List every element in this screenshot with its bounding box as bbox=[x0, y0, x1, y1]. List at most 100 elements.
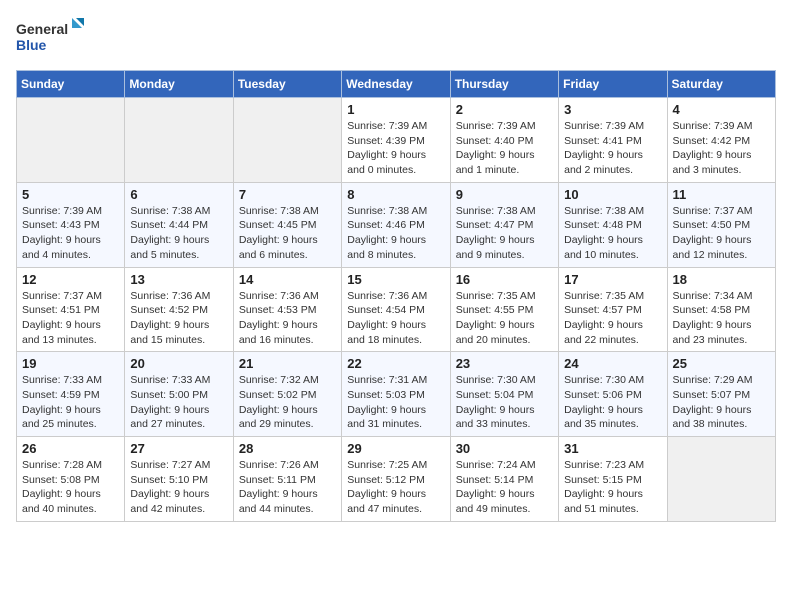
calendar-week-row: 1Sunrise: 7:39 AMSunset: 4:39 PMDaylight… bbox=[17, 98, 776, 183]
calendar-cell bbox=[17, 98, 125, 183]
calendar-header: GeneralBlue bbox=[16, 16, 776, 58]
day-number: 5 bbox=[22, 187, 119, 202]
day-number: 7 bbox=[239, 187, 336, 202]
day-info: Sunrise: 7:35 AMSunset: 4:57 PMDaylight:… bbox=[564, 289, 661, 348]
svg-text:Blue: Blue bbox=[16, 37, 47, 53]
calendar-cell: 14 Sunrise: 7:36 AMSunset: 4:53 PMDayligh… bbox=[233, 267, 341, 352]
weekday-header: Friday bbox=[559, 71, 667, 98]
day-number: 12 bbox=[22, 272, 119, 287]
day-number: 13 bbox=[130, 272, 227, 287]
calendar-cell: 31 Sunrise: 7:23 AMSunset: 5:15 PMDayligh… bbox=[559, 437, 667, 522]
calendar-cell: 13 Sunrise: 7:36 AMSunset: 4:52 PMDayligh… bbox=[125, 267, 233, 352]
calendar-cell: 25 Sunrise: 7:29 AMSunset: 5:07 PMDayligh… bbox=[667, 352, 775, 437]
day-number: 10 bbox=[564, 187, 661, 202]
calendar-cell: 3Sunrise: 7:39 AMSunset: 4:41 PMDaylight… bbox=[559, 98, 667, 183]
calendar-cell: 20 Sunrise: 7:33 AMSunset: 5:00 PMDayligh… bbox=[125, 352, 233, 437]
svg-text:General: General bbox=[16, 21, 68, 37]
calendar-cell: 29 Sunrise: 7:25 AMSunset: 5:12 PMDayligh… bbox=[342, 437, 450, 522]
calendar-cell: 22 Sunrise: 7:31 AMSunset: 5:03 PMDayligh… bbox=[342, 352, 450, 437]
day-number: 14 bbox=[239, 272, 336, 287]
day-info: Sunrise: 7:39 AMSunset: 4:40 PMDaylight:… bbox=[456, 119, 553, 178]
day-number: 17 bbox=[564, 272, 661, 287]
calendar-cell: 30Sunrise: 7:24 AMSunset: 5:14 PMDayligh… bbox=[450, 437, 558, 522]
day-info: Sunrise: 7:38 AMSunset: 4:45 PMDaylight:… bbox=[239, 204, 336, 263]
calendar-header-row: SundayMondayTuesdayWednesdayThursdayFrid… bbox=[17, 71, 776, 98]
day-number: 28 bbox=[239, 441, 336, 456]
calendar-cell: 23 Sunrise: 7:30 AMSunset: 5:04 PMDayligh… bbox=[450, 352, 558, 437]
day-info: Sunrise: 7:29 AMSunset: 5:07 PMDaylight:… bbox=[673, 373, 770, 432]
logo: GeneralBlue bbox=[16, 16, 86, 58]
day-info: Sunrise: 7:39 AMSunset: 4:43 PMDaylight:… bbox=[22, 204, 119, 263]
calendar-cell: 5 Sunrise: 7:39 AMSunset: 4:43 PMDaylight… bbox=[17, 182, 125, 267]
day-info: Sunrise: 7:26 AMSunset: 5:11 PMDaylight:… bbox=[239, 458, 336, 517]
calendar-cell bbox=[125, 98, 233, 183]
day-info: Sunrise: 7:38 AMSunset: 4:44 PMDaylight:… bbox=[130, 204, 227, 263]
day-info: Sunrise: 7:36 AMSunset: 4:52 PMDaylight:… bbox=[130, 289, 227, 348]
calendar-cell: 4Sunrise: 7:39 AMSunset: 4:42 PMDaylight… bbox=[667, 98, 775, 183]
day-number: 2 bbox=[456, 102, 553, 117]
day-info: Sunrise: 7:35 AMSunset: 4:55 PMDaylight:… bbox=[456, 289, 553, 348]
day-number: 25 bbox=[673, 356, 770, 371]
calendar-cell: 15 Sunrise: 7:36 AMSunset: 4:54 PMDayligh… bbox=[342, 267, 450, 352]
day-number: 29 bbox=[347, 441, 444, 456]
calendar-cell: 8Sunrise: 7:38 AMSunset: 4:46 PMDaylight… bbox=[342, 182, 450, 267]
day-info: Sunrise: 7:37 AMSunset: 4:51 PMDaylight:… bbox=[22, 289, 119, 348]
calendar-cell: 27 Sunrise: 7:27 AMSunset: 5:10 PMDayligh… bbox=[125, 437, 233, 522]
day-info: Sunrise: 7:30 AMSunset: 5:04 PMDaylight:… bbox=[456, 373, 553, 432]
day-info: Sunrise: 7:25 AMSunset: 5:12 PMDaylight:… bbox=[347, 458, 444, 517]
day-number: 15 bbox=[347, 272, 444, 287]
day-number: 20 bbox=[130, 356, 227, 371]
calendar-cell: 7 Sunrise: 7:38 AMSunset: 4:45 PMDaylight… bbox=[233, 182, 341, 267]
calendar-cell: 9Sunrise: 7:38 AMSunset: 4:47 PMDaylight… bbox=[450, 182, 558, 267]
day-number: 11 bbox=[673, 187, 770, 202]
calendar-cell: 19 Sunrise: 7:33 AMSunset: 4:59 PMDayligh… bbox=[17, 352, 125, 437]
day-info: Sunrise: 7:39 AMSunset: 4:39 PMDaylight:… bbox=[347, 119, 444, 178]
day-info: Sunrise: 7:32 AMSunset: 5:02 PMDaylight:… bbox=[239, 373, 336, 432]
day-info: Sunrise: 7:39 AMSunset: 4:41 PMDaylight:… bbox=[564, 119, 661, 178]
day-info: Sunrise: 7:36 AMSunset: 4:53 PMDaylight:… bbox=[239, 289, 336, 348]
day-info: Sunrise: 7:38 AMSunset: 4:48 PMDaylight:… bbox=[564, 204, 661, 263]
calendar-cell bbox=[233, 98, 341, 183]
day-number: 31 bbox=[564, 441, 661, 456]
day-info: Sunrise: 7:23 AMSunset: 5:15 PMDaylight:… bbox=[564, 458, 661, 517]
weekday-header: Tuesday bbox=[233, 71, 341, 98]
calendar-cell: 12 Sunrise: 7:37 AMSunset: 4:51 PMDayligh… bbox=[17, 267, 125, 352]
day-number: 30 bbox=[456, 441, 553, 456]
day-info: Sunrise: 7:39 AMSunset: 4:42 PMDaylight:… bbox=[673, 119, 770, 178]
day-info: Sunrise: 7:37 AMSunset: 4:50 PMDaylight:… bbox=[673, 204, 770, 263]
day-info: Sunrise: 7:27 AMSunset: 5:10 PMDaylight:… bbox=[130, 458, 227, 517]
calendar-cell: 11 Sunrise: 7:37 AMSunset: 4:50 PMDayligh… bbox=[667, 182, 775, 267]
day-number: 21 bbox=[239, 356, 336, 371]
day-info: Sunrise: 7:33 AMSunset: 4:59 PMDaylight:… bbox=[22, 373, 119, 432]
calendar-cell bbox=[667, 437, 775, 522]
calendar-cell: 24 Sunrise: 7:30 AMSunset: 5:06 PMDayligh… bbox=[559, 352, 667, 437]
calendar-cell: 28 Sunrise: 7:26 AMSunset: 5:11 PMDayligh… bbox=[233, 437, 341, 522]
calendar-week-row: 5 Sunrise: 7:39 AMSunset: 4:43 PMDaylight… bbox=[17, 182, 776, 267]
calendar-cell: 1Sunrise: 7:39 AMSunset: 4:39 PMDaylight… bbox=[342, 98, 450, 183]
calendar-cell: 2 Sunrise: 7:39 AMSunset: 4:40 PMDaylight… bbox=[450, 98, 558, 183]
calendar-cell: 6 Sunrise: 7:38 AMSunset: 4:44 PMDaylight… bbox=[125, 182, 233, 267]
weekday-header: Monday bbox=[125, 71, 233, 98]
calendar-cell: 17 Sunrise: 7:35 AMSunset: 4:57 PMDayligh… bbox=[559, 267, 667, 352]
day-info: Sunrise: 7:33 AMSunset: 5:00 PMDaylight:… bbox=[130, 373, 227, 432]
day-number: 18 bbox=[673, 272, 770, 287]
day-number: 19 bbox=[22, 356, 119, 371]
day-info: Sunrise: 7:28 AMSunset: 5:08 PMDaylight:… bbox=[22, 458, 119, 517]
calendar-week-row: 19 Sunrise: 7:33 AMSunset: 4:59 PMDayligh… bbox=[17, 352, 776, 437]
day-info: Sunrise: 7:30 AMSunset: 5:06 PMDaylight:… bbox=[564, 373, 661, 432]
weekday-header: Wednesday bbox=[342, 71, 450, 98]
calendar-cell: 21 Sunrise: 7:32 AMSunset: 5:02 PMDayligh… bbox=[233, 352, 341, 437]
day-number: 16 bbox=[456, 272, 553, 287]
day-number: 27 bbox=[130, 441, 227, 456]
day-info: Sunrise: 7:38 AMSunset: 4:47 PMDaylight:… bbox=[456, 204, 553, 263]
day-number: 24 bbox=[564, 356, 661, 371]
day-number: 6 bbox=[130, 187, 227, 202]
day-number: 23 bbox=[456, 356, 553, 371]
day-info: Sunrise: 7:36 AMSunset: 4:54 PMDaylight:… bbox=[347, 289, 444, 348]
day-number: 26 bbox=[22, 441, 119, 456]
day-info: Sunrise: 7:31 AMSunset: 5:03 PMDaylight:… bbox=[347, 373, 444, 432]
day-info: Sunrise: 7:38 AMSunset: 4:46 PMDaylight:… bbox=[347, 204, 444, 263]
day-info: Sunrise: 7:34 AMSunset: 4:58 PMDaylight:… bbox=[673, 289, 770, 348]
calendar-week-row: 12 Sunrise: 7:37 AMSunset: 4:51 PMDayligh… bbox=[17, 267, 776, 352]
day-number: 22 bbox=[347, 356, 444, 371]
